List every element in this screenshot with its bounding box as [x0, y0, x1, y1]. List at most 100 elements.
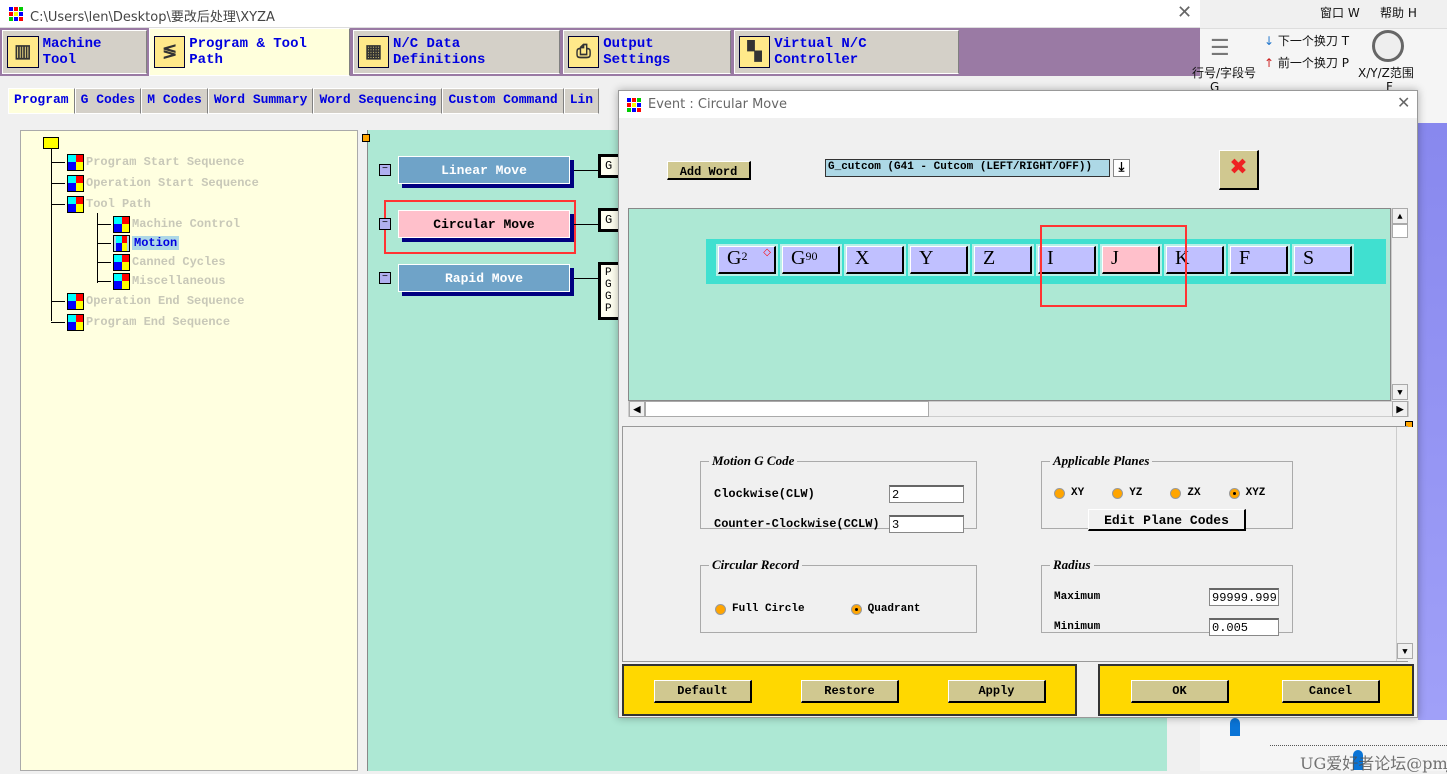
- radio-icon: [715, 603, 726, 615]
- tree-item[interactable]: Program Start Sequence: [51, 153, 244, 171]
- scroll-thumb[interactable]: [645, 401, 929, 417]
- scroll-down-icon[interactable]: ▼: [1392, 384, 1408, 400]
- word-s[interactable]: S: [1292, 244, 1354, 276]
- vertical-scrollbar[interactable]: ▼: [1396, 427, 1414, 661]
- scroll-thumb[interactable]: [1392, 224, 1408, 238]
- radio-label: XY: [1071, 487, 1085, 499]
- tab-virtual-nc-controller[interactable]: ▚ Virtual N/C Controller: [734, 30, 959, 74]
- cube-icon: [67, 153, 84, 171]
- tree-item[interactable]: Operation End Sequence: [51, 292, 244, 310]
- collapse-icon[interactable]: −: [379, 164, 391, 176]
- tab-output-settings[interactable]: ⎙ Output Settings: [563, 30, 731, 74]
- apply-button[interactable]: Apply: [948, 680, 1046, 703]
- close-icon[interactable]: ✕: [1177, 2, 1192, 23]
- word-f[interactable]: F: [1228, 244, 1290, 276]
- collapse-icon[interactable]: −: [379, 272, 391, 284]
- radio-quadrant[interactable]: Quadrant: [850, 603, 920, 615]
- edit-plane-codes-button[interactable]: Edit Plane Codes: [1088, 509, 1246, 531]
- tree-item-label: Operation Start Sequence: [86, 176, 259, 190]
- radio-xy[interactable]: XY: [1054, 487, 1084, 499]
- menu-window[interactable]: 窗口 W: [1320, 4, 1360, 21]
- trash-icon[interactable]: ✖: [1219, 150, 1259, 190]
- tree-line: [97, 280, 111, 282]
- watermark: UG爱好者论坛@pmjxc: [1300, 754, 1447, 773]
- ribbon-next-tool[interactable]: ↓ 下一个换刀 T: [1264, 32, 1349, 49]
- subtab-word-summary[interactable]: Word Summary: [207, 88, 314, 114]
- event-circular-move[interactable]: Circular Move: [398, 210, 570, 238]
- minimum-input[interactable]: [1209, 618, 1279, 636]
- cube-icon: [67, 195, 84, 213]
- subtab-g-codes[interactable]: G Codes: [74, 88, 142, 114]
- scroll-up-icon[interactable]: ▲: [1392, 208, 1408, 224]
- tree-line: [97, 223, 111, 225]
- tree-item[interactable]: Tool Path: [51, 195, 151, 213]
- highlight-box: [1040, 225, 1187, 307]
- clock-range-icon: [1372, 30, 1404, 62]
- tree-item[interactable]: Operation Start Sequence: [51, 174, 259, 192]
- event-linear-move[interactable]: Linear Move: [398, 156, 570, 184]
- add-word-button[interactable]: Add Word: [667, 161, 751, 180]
- word-value: 90: [805, 249, 818, 263]
- ribbon-line-number[interactable]: 行号/字段号: [1192, 64, 1256, 81]
- ribbon-prev-tool[interactable]: ↑ 前一个换刀 P: [1264, 54, 1349, 71]
- subtab-m-codes[interactable]: M Codes: [141, 88, 208, 114]
- word-g90[interactable]: G90: [780, 244, 842, 276]
- tree-item[interactable]: Miscellaneous: [97, 272, 226, 290]
- event-rapid-move[interactable]: Rapid Move: [398, 264, 570, 292]
- tree-item-label: Program End Sequence: [86, 315, 231, 329]
- tree-item[interactable]: Motion: [97, 234, 180, 252]
- tab-machine-tool[interactable]: ▥ Machine Tool: [2, 30, 147, 74]
- vertical-scrollbar[interactable]: ▲ ▼: [1391, 208, 1409, 401]
- arrow-up-icon: ↑: [1264, 56, 1275, 70]
- slider-track[interactable]: [1270, 738, 1447, 746]
- close-icon[interactable]: ✕: [1397, 93, 1410, 112]
- radio-xyz[interactable]: XYZ: [1228, 487, 1265, 499]
- event-label: Circular Move: [433, 216, 535, 232]
- restore-button[interactable]: Restore: [801, 680, 899, 703]
- horizontal-scrollbar[interactable]: ◀ ▶: [628, 401, 1409, 417]
- scroll-down-icon[interactable]: ▼: [1397, 643, 1413, 659]
- tree-item-label: Program Start Sequence: [86, 155, 245, 169]
- scroll-right-icon[interactable]: ▶: [1392, 401, 1408, 417]
- splitter-handle[interactable]: [362, 134, 370, 142]
- maximum-input[interactable]: [1209, 588, 1279, 606]
- word-letter: X: [855, 247, 870, 269]
- subtab-linked[interactable]: Lin: [563, 88, 600, 114]
- ribbon-xyz-range[interactable]: X/Y/Z范围: [1358, 64, 1414, 81]
- tree-line: [51, 182, 65, 184]
- cancel-button[interactable]: Cancel: [1282, 680, 1380, 703]
- tree-item[interactable]: Canned Cycles: [97, 253, 226, 271]
- cube-icon: [67, 174, 84, 192]
- tab-nc-data-definitions[interactable]: ▦ N/C Data Definitions: [353, 30, 560, 74]
- clockwise-input[interactable]: [889, 485, 964, 503]
- radio-yz[interactable]: YZ: [1112, 487, 1142, 499]
- word-letter: Z: [983, 247, 996, 269]
- subtab-custom-command[interactable]: Custom Command: [442, 88, 564, 114]
- tab-program-tool-path[interactable]: ≶ Program & Tool Path: [149, 28, 350, 76]
- radio-icon: [1054, 487, 1065, 499]
- subtab-program[interactable]: Program: [8, 88, 75, 114]
- word-z[interactable]: Z: [972, 244, 1034, 276]
- default-button[interactable]: Default: [654, 680, 752, 703]
- word-y[interactable]: Y: [908, 244, 970, 276]
- slider-thumb[interactable]: [1230, 718, 1240, 736]
- ok-button[interactable]: OK: [1131, 680, 1229, 703]
- dropdown-arrow-icon[interactable]: ⤓: [1113, 159, 1130, 177]
- word-g2[interactable]: G2 ◇: [716, 244, 778, 276]
- word-letter: G: [791, 247, 806, 269]
- scroll-left-icon[interactable]: ◀: [629, 401, 645, 417]
- label: 下一个换刀 T: [1277, 34, 1350, 48]
- collapse-icon[interactable]: −: [379, 218, 391, 230]
- tree-item[interactable]: Program End Sequence: [51, 313, 230, 331]
- tree-item[interactable]: Machine Control: [97, 215, 240, 233]
- radio-zx[interactable]: ZX: [1170, 487, 1201, 499]
- radio-full-circle[interactable]: Full Circle: [715, 603, 805, 615]
- menu-help[interactable]: 帮助 H: [1380, 4, 1417, 21]
- cube-icon: [113, 215, 130, 233]
- subtab-word-sequencing[interactable]: Word Sequencing: [313, 88, 443, 114]
- counter-clockwise-input[interactable]: [889, 515, 964, 533]
- tree-item-label: Operation End Sequence: [86, 294, 245, 308]
- word-select[interactable]: G_cutcom (G41 - Cutcom (LEFT/RIGHT/OFF)): [825, 159, 1110, 177]
- word-x[interactable]: X: [844, 244, 906, 276]
- folder-icon: [43, 137, 59, 149]
